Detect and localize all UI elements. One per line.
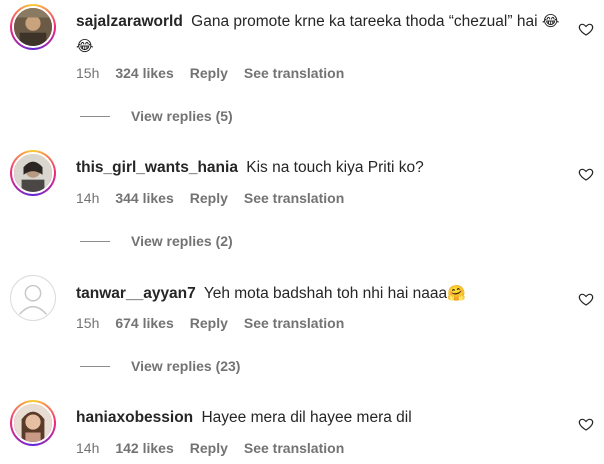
- heart-outline-icon[interactable]: [578, 21, 594, 37]
- comment-username[interactable]: tanwar__ayyan7: [76, 285, 196, 302]
- comment-timestamp: 15h: [76, 315, 100, 331]
- avatar[interactable]: [10, 150, 56, 196]
- heart-outline-icon[interactable]: [578, 166, 594, 182]
- avatar[interactable]: [10, 4, 56, 50]
- reply-button[interactable]: Reply: [190, 190, 228, 206]
- view-replies-label: View replies (5): [131, 108, 233, 124]
- view-replies-label: View replies (2): [131, 233, 233, 249]
- avatar-photo: [12, 402, 54, 444]
- comment-meta: 15h 324 likes Reply See translation: [76, 65, 344, 81]
- reply-button[interactable]: Reply: [190, 315, 228, 331]
- likes-count[interactable]: 324 likes: [115, 65, 173, 81]
- reply-button[interactable]: Reply: [190, 65, 228, 81]
- reply-button[interactable]: Reply: [190, 440, 228, 456]
- comment-body: haniaxobession Hayee mera dil hayee mera…: [76, 406, 564, 430]
- comment-meta: 15h 674 likes Reply See translation: [76, 315, 344, 331]
- default-user-icon: [19, 284, 47, 315]
- see-translation-button[interactable]: See translation: [244, 440, 344, 456]
- view-replies-button[interactable]: View replies (23): [80, 358, 240, 374]
- heart-outline-icon[interactable]: [578, 416, 594, 432]
- comment-body: tanwar__ayyan7 Yeh mota badshah toh nhi …: [76, 281, 564, 306]
- comments-feed: sajalzaraworld Gana promote krne ka tare…: [0, 0, 604, 464]
- divider-line: [80, 240, 110, 242]
- likes-count[interactable]: 142 likes: [115, 440, 173, 456]
- likes-count[interactable]: 344 likes: [115, 190, 173, 206]
- comment-username[interactable]: haniaxobession: [76, 409, 193, 426]
- comment-username[interactable]: this_girl_wants_hania: [76, 159, 238, 176]
- see-translation-button[interactable]: See translation: [244, 65, 344, 81]
- see-translation-button[interactable]: See translation: [244, 315, 344, 331]
- comment-text: Yeh mota badshah toh nhi hai naaa: [203, 285, 448, 302]
- comment-body: sajalzaraworld Gana promote krne ka tare…: [76, 9, 564, 59]
- divider-line: [80, 115, 110, 117]
- likes-count[interactable]: 674 likes: [115, 315, 173, 331]
- avatar-photo: [12, 6, 54, 48]
- comment-meta: 14h 344 likes Reply See translation: [76, 190, 344, 206]
- comment-username[interactable]: sajalzaraworld: [76, 13, 183, 30]
- avatar-photo: [12, 152, 54, 194]
- comment-emoji: 🤗: [447, 284, 466, 302]
- comment-timestamp: 14h: [76, 440, 100, 456]
- divider-line: [80, 365, 110, 367]
- comment-meta: 14h 142 likes Reply See translation: [76, 440, 344, 456]
- comment-text: Kis na touch kiya Priti ko?: [246, 159, 424, 176]
- view-replies-button[interactable]: View replies (5): [80, 108, 233, 124]
- see-translation-button[interactable]: See translation: [244, 190, 344, 206]
- comment-text: Hayee mera dil hayee mera dil: [201, 409, 412, 426]
- comment-body: this_girl_wants_hania Kis na touch kiya …: [76, 156, 564, 180]
- comment-timestamp: 14h: [76, 190, 100, 206]
- view-replies-button[interactable]: View replies (2): [80, 233, 233, 249]
- heart-outline-icon[interactable]: [578, 291, 594, 307]
- view-replies-label: View replies (23): [131, 358, 241, 374]
- avatar[interactable]: [10, 400, 56, 446]
- comment-text: Gana promote krne ka tareeka thoda “chez…: [191, 13, 538, 30]
- comment-timestamp: 15h: [76, 65, 100, 81]
- avatar[interactable]: [10, 275, 56, 321]
